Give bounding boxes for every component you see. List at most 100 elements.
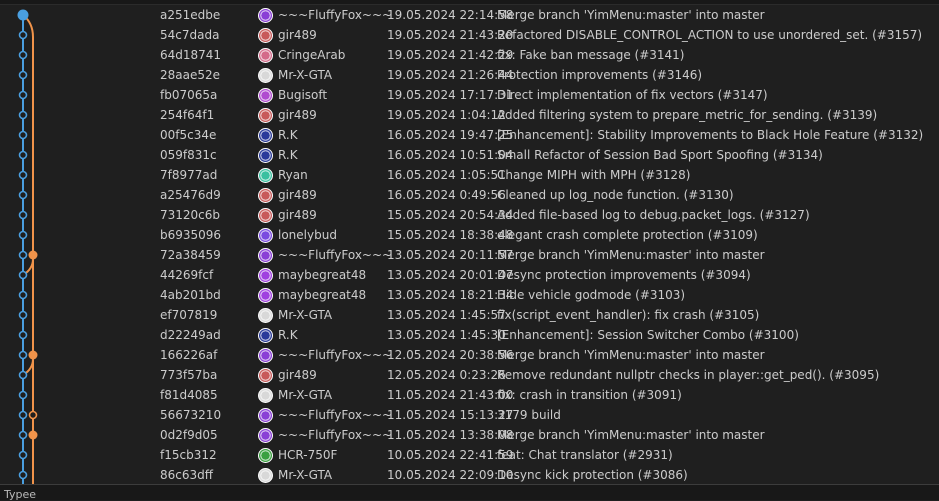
commit-row[interactable]: 254f64f1 gir489 19.05.2024 1:04:12 Added fi… <box>0 105 939 125</box>
commit-hash: 773f57ba <box>160 368 218 382</box>
commit-date: 10.05.2024 22:41:59 <box>387 448 514 462</box>
commit-hash: 86c63dff <box>160 468 214 482</box>
commit-author: lonelybud <box>278 228 337 242</box>
commit-message: Refactored DISABLE_CONTROL_ACTION to use… <box>497 28 923 42</box>
author-avatar <box>258 48 273 63</box>
author-avatar <box>258 408 273 423</box>
author-avatar <box>258 448 273 463</box>
commit-author: Mr-X-GTA <box>278 308 333 322</box>
author-avatar <box>258 308 273 323</box>
commit-list: a251edbe ~~~FluffyFox~~~ 19.05.2024 22:14:… <box>0 5 939 485</box>
commit-author: Mr-X-GTA <box>278 68 333 82</box>
commit-row[interactable]: b6935096 lonelybud 15.05.2024 18:38:48 eleg… <box>0 225 939 245</box>
author-avatar <box>258 328 273 343</box>
commit-hash: 0d2f9d05 <box>160 428 218 442</box>
commit-row[interactable]: 166226af ~~~FluffyFox~~~ 12.05.2024 20:38:… <box>0 345 939 365</box>
commit-row[interactable]: ef707819 Mr-X-GTA 13.05.2024 1:45:57 fix(sc… <box>0 305 939 325</box>
commit-date: 19.05.2024 21:42:29 <box>387 48 514 62</box>
author-avatar <box>258 208 273 223</box>
commit-date: 11.05.2024 15:13:27 <box>387 408 514 422</box>
commit-date: 13.05.2024 1:45:30 <box>387 328 506 342</box>
commit-date: 19.05.2024 21:43:20 <box>387 28 514 42</box>
commit-author: CringeArab <box>278 48 346 62</box>
bottom-panel: Typee <box>0 484 939 501</box>
commit-message: Desync protection improvements (#3094) <box>497 268 751 282</box>
commit-author: R.K <box>278 148 298 162</box>
commit-hash: 64d18741 <box>160 48 222 62</box>
commit-author: ~~~FluffyFox~~~ <box>278 428 393 442</box>
author-avatar <box>258 268 273 283</box>
commit-row[interactable]: 059f831c R.K 16.05.2024 10:51:04 Small Refa… <box>0 145 939 165</box>
commit-hash: 00f5c34e <box>160 128 217 142</box>
author-avatar <box>258 168 273 183</box>
commit-date: 13.05.2024 1:45:57 <box>387 308 506 322</box>
commit-message: Added filtering system to prepare_metric… <box>497 108 878 122</box>
commit-message: fix: Fake ban message (#3141) <box>497 48 685 62</box>
commit-row[interactable]: f15cb312 HCR-750F 10.05.2024 22:41:59 feat:… <box>0 445 939 465</box>
commit-row[interactable]: 44269fcf maybegreat48 13.05.2024 20:01:47 D… <box>0 265 939 285</box>
commit-row[interactable]: a25476d9 gir489 16.05.2024 0:49:56 Cleaned … <box>0 185 939 205</box>
commit-message: Cleaned up log_node function. (#3130) <box>497 188 734 202</box>
commit-date: 19.05.2024 17:17:31 <box>387 88 514 102</box>
commit-author: maybegreat48 <box>278 288 367 302</box>
commit-message: elegant crash complete protection (#3109… <box>497 228 758 242</box>
commit-message: Remove redundant nullptr checks in playe… <box>497 368 880 382</box>
commit-message: Merge branch 'YimMenu:master' into maste… <box>497 428 765 442</box>
commit-date: 19.05.2024 1:04:12 <box>387 108 506 122</box>
author-avatar <box>258 428 273 443</box>
commit-author: Ryan <box>278 168 308 182</box>
commit-row[interactable]: 64d18741 CringeArab 19.05.2024 21:42:29 fix… <box>0 45 939 65</box>
commit-date: 13.05.2024 18:21:34 <box>387 288 514 302</box>
commit-author: Mr-X-GTA <box>278 468 333 482</box>
commit-message: fix(script_event_handler): fix crash (#3… <box>497 308 760 322</box>
commit-hash: fb07065a <box>160 88 218 102</box>
author-avatar <box>258 288 273 303</box>
commit-date: 11.05.2024 21:43:00 <box>387 388 514 402</box>
author-avatar <box>258 368 273 383</box>
author-avatar <box>258 388 273 403</box>
commit-date: 16.05.2024 10:51:04 <box>387 148 514 162</box>
commit-author: gir489 <box>278 28 317 42</box>
author-avatar <box>258 128 273 143</box>
commit-row[interactable]: 7f8977ad Ryan 16.05.2024 1:05:51 Change MIP… <box>0 165 939 185</box>
commit-message: Merge branch 'YimMenu:master' into maste… <box>497 248 765 262</box>
author-avatar <box>258 468 273 483</box>
commit-message: Desync kick protection (#3086) <box>497 468 688 482</box>
author-avatar <box>258 248 273 263</box>
commit-date: 11.05.2024 13:38:08 <box>387 428 514 442</box>
commit-row[interactable]: d22249ad R.K 13.05.2024 1:45:30 [Enhancemen… <box>0 325 939 345</box>
commit-row[interactable]: f81d4085 Mr-X-GTA 11.05.2024 21:43:00 fix: … <box>0 385 939 405</box>
commit-author: maybegreat48 <box>278 268 367 282</box>
commit-hash: 54c7dada <box>160 28 220 42</box>
commit-row[interactable]: 86c63dff Mr-X-GTA 10.05.2024 22:09:10 Desyn… <box>0 465 939 485</box>
commit-row[interactable]: 56673210 ~~~FluffyFox~~~ 11.05.2024 15:13:… <box>0 405 939 425</box>
commit-row[interactable]: 73120c6b gir489 15.05.2024 20:54:34 Added f… <box>0 205 939 225</box>
commit-row[interactable]: a251edbe ~~~FluffyFox~~~ 19.05.2024 22:14:… <box>0 5 939 25</box>
author-avatar <box>258 228 273 243</box>
commit-date: 13.05.2024 20:11:57 <box>387 248 514 262</box>
commit-row[interactable]: 00f5c34e R.K 16.05.2024 19:47:25 [Enhanceme… <box>0 125 939 145</box>
commit-row[interactable]: 72a38459 ~~~FluffyFox~~~ 13.05.2024 20:11:… <box>0 245 939 265</box>
commit-author: ~~~FluffyFox~~~ <box>278 248 393 262</box>
commit-hash: 166226af <box>160 348 218 362</box>
author-avatar <box>258 28 273 43</box>
commit-message: [Enhancement]: Session Switcher Combo (#… <box>497 328 799 342</box>
commit-message: Added file-based log to debug.packet_log… <box>497 208 810 222</box>
commit-row[interactable]: 4ab201bd maybegreat48 13.05.2024 18:21:34 H… <box>0 285 939 305</box>
commit-row[interactable]: 28aae52e Mr-X-GTA 19.05.2024 21:26:44 Prote… <box>0 65 939 85</box>
commit-hash: 56673210 <box>160 408 222 422</box>
commit-row[interactable]: 54c7dada gir489 19.05.2024 21:43:20 Refacto… <box>0 25 939 45</box>
commit-author: R.K <box>278 128 298 142</box>
commit-author: ~~~FluffyFox~~~ <box>278 348 393 362</box>
commit-author: gir489 <box>278 368 317 382</box>
commit-row[interactable]: 773f57ba gir489 12.05.2024 0:23:26 Remove r… <box>0 365 939 385</box>
commit-row[interactable]: fb07065a Bugisoft 19.05.2024 17:17:31 Direc… <box>0 85 939 105</box>
commit-message: Change MIPH with MPH (#3128) <box>497 168 691 182</box>
commit-hash: ef707819 <box>160 308 218 322</box>
bottom-panel-label: Typee <box>4 488 37 501</box>
commit-message: Merge branch 'YimMenu:master' into maste… <box>497 348 765 362</box>
commit-date: 10.05.2024 22:09:10 <box>387 468 514 482</box>
commit-hash: 44269fcf <box>160 268 214 282</box>
commit-message: [Enhancement]: Stability Improvements to… <box>497 128 924 142</box>
commit-row[interactable]: 0d2f9d05 ~~~FluffyFox~~~ 11.05.2024 13:38:… <box>0 425 939 445</box>
